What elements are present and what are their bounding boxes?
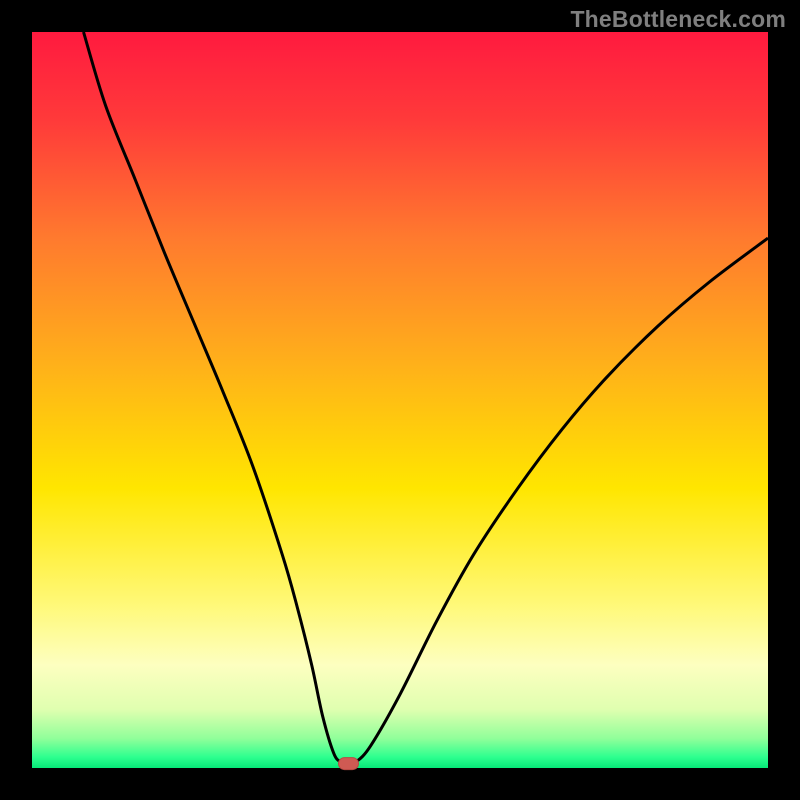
bottleneck-chart <box>0 0 800 800</box>
chart-container: TheBottleneck.com <box>0 0 800 800</box>
optimal-point-marker <box>338 758 358 770</box>
watermark-text: TheBottleneck.com <box>570 6 786 33</box>
plot-background <box>32 32 768 768</box>
